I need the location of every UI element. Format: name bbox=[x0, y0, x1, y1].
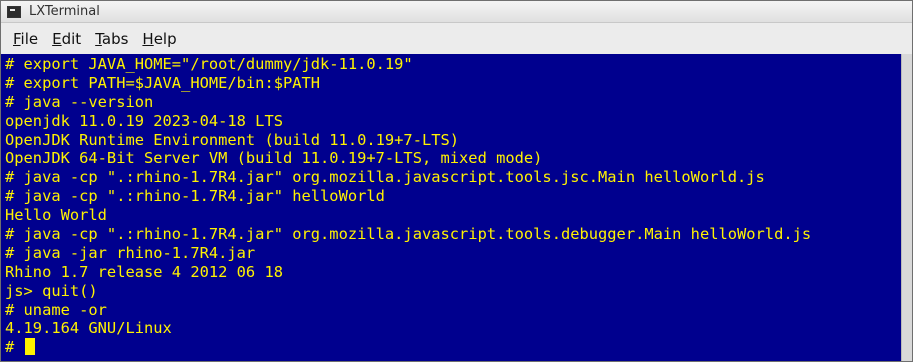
terminal-line: OpenJDK 64-Bit Server VM (build 11.0.19+… bbox=[5, 149, 543, 168]
terminal-line: Hello World bbox=[5, 206, 107, 225]
terminal-line: # uname -or bbox=[5, 300, 107, 319]
lxterminal-window: LXTerminal File Edit Tabs Help # export … bbox=[0, 0, 913, 362]
menu-tabs[interactable]: Tabs bbox=[88, 30, 135, 48]
prompt-line[interactable]: # bbox=[5, 338, 901, 357]
terminal-line: Rhino 1.7 release 4 2012 06 18 bbox=[5, 262, 283, 281]
terminal-app-icon bbox=[7, 5, 21, 18]
prompt: # bbox=[5, 338, 24, 357]
terminal-line: openjdk 11.0.19 2023-04-18 LTS bbox=[5, 111, 283, 130]
terminal-line: # java -jar rhino-1.7R4.jar bbox=[5, 243, 256, 262]
terminal-output[interactable]: # export JAVA_HOME="/root/dummy/jdk-11.0… bbox=[1, 54, 901, 361]
terminal-line: # java -cp ".:rhino-1.7R4.jar" org.mozil… bbox=[5, 225, 812, 244]
terminal-line: # export JAVA_HOME="/root/dummy/jdk-11.0… bbox=[5, 55, 413, 73]
terminal-line: # java --version bbox=[5, 92, 154, 111]
window-title: LXTerminal bbox=[29, 4, 100, 19]
menu-help[interactable]: Help bbox=[135, 30, 183, 48]
terminal-line: # export PATH=$JAVA_HOME/bin:$PATH bbox=[5, 73, 321, 92]
title-bar[interactable]: LXTerminal bbox=[1, 1, 912, 23]
menu-edit[interactable]: Edit bbox=[45, 30, 88, 48]
menu-bar: File Edit Tabs Help bbox=[1, 24, 912, 54]
terminal-line: OpenJDK Runtime Environment (build 11.0.… bbox=[5, 130, 460, 149]
terminal-line: js> quit() bbox=[5, 281, 98, 300]
terminal-scrollbar[interactable] bbox=[901, 54, 912, 361]
terminal-line: # java -cp ".:rhino-1.7R4.jar" helloWorl… bbox=[5, 187, 385, 206]
terminal-line: # java -cp ".:rhino-1.7R4.jar" org.mozil… bbox=[5, 168, 765, 187]
terminal-line: 4.19.164 GNU/Linux bbox=[5, 319, 172, 338]
text-cursor bbox=[24, 338, 35, 356]
menu-file[interactable]: File bbox=[6, 30, 45, 48]
